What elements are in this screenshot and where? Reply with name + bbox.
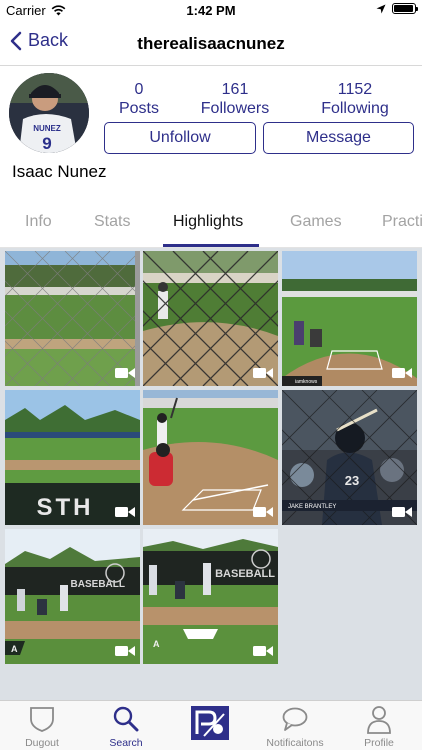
tab-practice[interactable]: Practice: [382, 213, 422, 231]
video-camera-icon: [115, 507, 135, 517]
video-thumbnail: 23 JAKE BRANTLEY: [282, 390, 417, 525]
video-camera-icon: [392, 368, 412, 378]
video-camera-icon: [392, 507, 412, 517]
message-button[interactable]: Message: [263, 122, 414, 154]
svg-text:A: A: [153, 639, 160, 649]
person-icon: [367, 706, 391, 734]
tab-info[interactable]: Info: [25, 213, 52, 231]
video-camera-icon: [115, 368, 135, 378]
avatar-photo: NUNEZ 9: [9, 73, 89, 153]
status-right: [376, 3, 418, 14]
posts-label: Posts: [118, 100, 159, 117]
tab-stats[interactable]: Stats: [94, 213, 130, 231]
jersey-name: NUNEZ: [33, 124, 61, 133]
svg-text:23: 23: [345, 473, 359, 488]
svg-text:STH: STH: [37, 494, 94, 521]
tabbar-item-profile[interactable]: Profile: [337, 701, 421, 750]
tabbar-item-home[interactable]: [168, 701, 252, 750]
svg-text:A: A: [11, 644, 18, 654]
active-tab-indicator: [163, 244, 259, 247]
stat-followers[interactable]: 161 Followers: [190, 80, 280, 118]
status-time: 1:42 PM: [186, 3, 236, 18]
avatar[interactable]: NUNEZ 9: [9, 73, 89, 153]
location-arrow-icon: [376, 4, 386, 13]
highlight-video-tile[interactable]: BASEBALL A: [143, 529, 278, 664]
video-thumbnail: iamknows: [282, 251, 417, 386]
tabbar-item-dugout[interactable]: Dugout: [0, 701, 84, 750]
status-bar: Carrier 1:42 PM: [0, 0, 422, 22]
highlight-video-tile[interactable]: [5, 251, 140, 386]
tabbar-item-notifications[interactable]: Notificaitons: [253, 701, 337, 750]
battery-icon: [392, 3, 418, 14]
profile-header: NUNEZ 9 0 Posts 161 Followers 1152 Follo…: [0, 66, 422, 194]
video-camera-icon: [115, 646, 135, 656]
followers-label: Followers: [200, 100, 270, 117]
video-thumbnail: BASEBALL A: [5, 529, 140, 664]
tabbar-item-search[interactable]: Search: [84, 701, 168, 750]
following-count: 1152: [337, 81, 373, 98]
stat-posts[interactable]: 0 Posts: [104, 80, 174, 118]
navigation-bar: Back therealisaacnunez: [0, 22, 422, 66]
tabbar-label: Profile: [364, 737, 394, 749]
tabbar-label: Dugout: [25, 737, 59, 749]
video-camera-icon: [253, 368, 273, 378]
following-label: Following: [321, 100, 389, 117]
page-title: therealisaacnunez: [137, 34, 285, 53]
highlight-video-tile[interactable]: BASEBALL A: [5, 529, 140, 664]
video-thumbnail: [5, 251, 140, 386]
jersey-number: 9: [42, 134, 51, 153]
signage-text: BASEBALL: [71, 579, 125, 590]
posts-count: 0: [134, 81, 144, 98]
profile-name: Isaac Nunez: [12, 162, 107, 181]
tabbar-label: Notificaitons: [266, 737, 324, 749]
app-logo-icon: [191, 706, 229, 740]
tab-games[interactable]: Games: [290, 213, 342, 231]
highlight-video-tile[interactable]: STH: [5, 390, 140, 525]
video-thumbnail: [143, 251, 278, 386]
video-watermark: JAKE BRANTLEY: [288, 504, 336, 510]
battery-fill: [394, 5, 413, 12]
video-camera-icon: [253, 507, 273, 517]
video-thumbnail: STH: [5, 390, 140, 525]
video-thumbnail: BASEBALL A: [143, 529, 278, 664]
highlight-video-tile[interactable]: [143, 390, 278, 525]
unfollow-button[interactable]: Unfollow: [104, 122, 256, 154]
tab-highlights[interactable]: Highlights: [173, 213, 243, 231]
search-icon: [113, 706, 139, 732]
shield-icon: [30, 707, 54, 732]
chat-bubble-icon: [282, 707, 308, 731]
tabbar-label: Search: [109, 737, 143, 749]
video-thumbnail: [143, 390, 278, 525]
video-watermark: iamknows: [295, 379, 318, 385]
bottom-tab-bar: Dugout Search Notificaitons Profile: [0, 700, 422, 750]
app-screen: Carrier 1:42 PM Back therealisaacnunez N…: [0, 0, 422, 750]
highlight-video-tile[interactable]: [143, 251, 278, 386]
followers-count: 161: [221, 81, 249, 98]
video-camera-icon: [253, 646, 273, 656]
highlight-video-tile[interactable]: 23 JAKE BRANTLEY: [282, 390, 417, 525]
signage-text: BASEBALL: [215, 568, 275, 580]
profile-tabs: Info Stats Highlights Games Practice: [0, 194, 422, 248]
stat-following[interactable]: 1152 Following: [300, 80, 410, 118]
highlights-grid: iamknows STH 23 JAKE BRANTLEY BASEBALL A…: [0, 248, 422, 700]
highlight-video-tile[interactable]: iamknows: [282, 251, 417, 386]
